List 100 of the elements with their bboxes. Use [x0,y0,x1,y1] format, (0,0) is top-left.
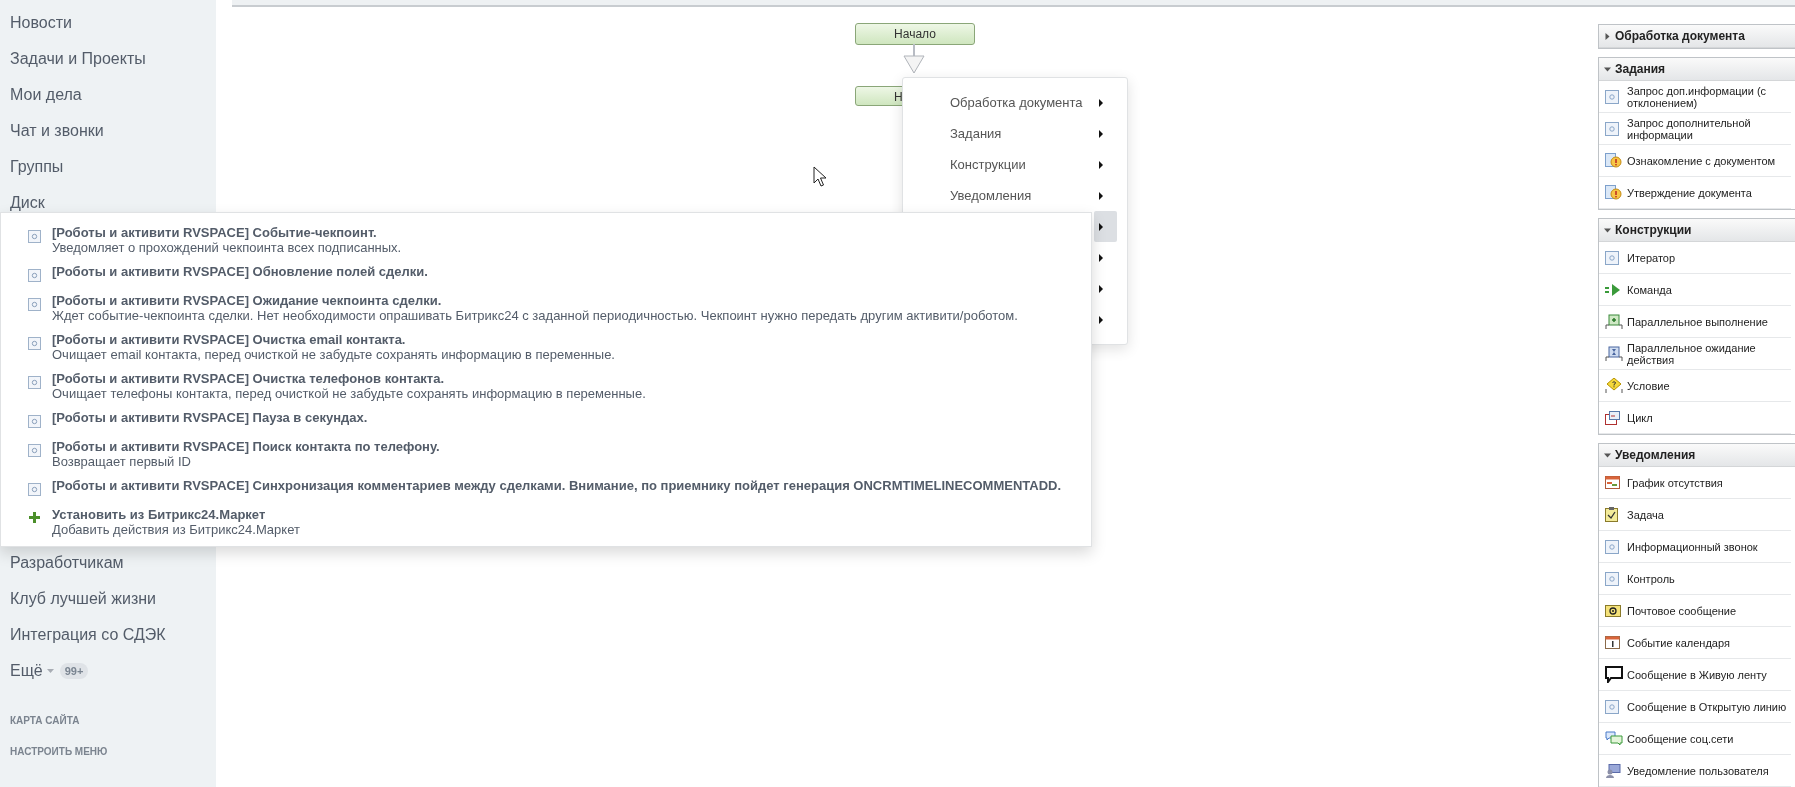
sidebar-item[interactable]: Клуб лучшей жизни [0,591,156,607]
flow-node[interactable]: Начало [855,23,975,45]
palette-item[interactable]: Условие [1599,370,1791,402]
activity-title[interactable]: Установить из Битрикс24.Маркет [52,507,266,522]
palette-label: Итератор [1627,251,1676,264]
activity-icon [28,230,41,243]
palette-item[interactable]: Итератор [1599,242,1791,274]
palette-item[interactable]: Почтовое сообщение [1599,595,1791,627]
activity-icon [1605,89,1619,104]
activity-icon [28,298,41,311]
palette-item[interactable]: Событие календаря [1599,627,1791,659]
palette-label: Почтовое сообщение [1627,604,1737,617]
palette-item[interactable]: Запрос доп.информации (с отклонением) [1599,81,1791,113]
palette-item[interactable]: Ознакомление с документом [1599,145,1791,177]
sidebar-item[interactable]: Интеграция со СДЭК [0,627,166,643]
group-title: Уведомления [1615,448,1696,462]
calendar-icon [1605,476,1620,489]
document-warning-icon [1605,153,1622,168]
sidebar-item[interactable]: Разработчикам [0,555,124,571]
activity-icon [28,483,41,496]
palette-label: График отсутствия [1627,476,1723,489]
activity-description: Очищает email контакта, перед очисткой не забудьте сохранять информацию в переменные. [52,347,615,362]
group-header[interactable]: Уведомления [1599,444,1795,467]
menu-item[interactable]: Задания [903,118,1117,149]
activity-title[interactable]: [Роботы и активити RVSPACE] Пауза в секундах. [52,410,368,425]
activity-description: Возвращает первый ID [52,454,191,469]
submenu-arrow-icon [1099,160,1103,169]
palette-label: Событие календаря [1627,636,1730,649]
activity-icon [28,415,41,428]
connector-arrow [903,44,925,74]
group-header[interactable]: Задания [1599,58,1795,81]
activity-icon [1605,699,1619,714]
palette-item[interactable]: Параллельное выполнение [1599,306,1791,338]
palette-item[interactable]: График отсутствия [1599,467,1791,499]
sidebar-item[interactable]: Мои дела [0,87,82,103]
palette-item[interactable]: Сообщение соц.сети [1599,723,1791,755]
activity-icon [28,376,41,389]
more-link[interactable]: Ещё [0,663,47,679]
user-message-icon [1605,763,1621,778]
activity-description: Добавить действия из Битрикс24.Маркет [52,522,300,537]
group-header[interactable]: Конструкции [1599,219,1795,242]
activity-title[interactable]: [Роботы и активити RVSPACE] Очистка email контакта. [52,332,406,347]
parallel-icon [1605,313,1623,330]
plus-icon [29,512,40,523]
document-warning-icon [1605,185,1622,200]
activity-icon [28,444,41,457]
loop-icon [1605,410,1620,425]
palette-item[interactable]: Информационный звонок [1599,531,1791,563]
activity-icon [1605,571,1619,586]
sidebar-item[interactable]: Чат и звонки [0,123,104,139]
command-icon [1605,283,1621,296]
submenu-arrow-icon [1099,191,1103,200]
palette-label: Параллельное ожидание действия [1627,341,1757,366]
palette-item[interactable]: Контроль [1599,563,1791,595]
speech-bubble-icon [1605,666,1623,683]
menu-item[interactable] [1094,211,1117,242]
menu-item[interactable]: Уведомления [903,180,1117,211]
activity-icon [28,337,41,350]
activity-title[interactable]: [Роботы и активити RVSPACE] Обновление полей сделки. [52,264,428,279]
sidebar-item[interactable]: Группы [0,159,64,175]
condition-icon [1605,377,1623,394]
submenu-arrow-icon [1099,129,1103,138]
activity-title[interactable]: [Роботы и активити RVSPACE] Поиск контакта по телефону. [52,439,440,454]
activity-description: Ждет событие-чекпоинта сделки. Нет необходимости опрашивать Битрикс24 с заданной периодичностью. Чекпоинт нужно передать другим активити/роботом. [52,308,1018,323]
sidebar-item[interactable]: Новости [0,15,72,31]
group-title: Конструкции [1615,223,1692,237]
palette-label: Ознакомление с документом [1627,154,1776,167]
sidebar-item[interactable]: Диск [0,195,45,211]
calendar-icon [1605,636,1620,649]
activity-icon [1605,250,1619,265]
palette-item[interactable]: Запрос дополнительной информации [1599,113,1791,145]
caret-icon [46,669,54,673]
palette-item[interactable]: Цикл [1599,402,1791,434]
clipboard-icon [1605,507,1618,522]
palette-label: Контроль [1627,572,1675,585]
group-header[interactable]: Обработка документа [1599,25,1795,48]
palette-label: Цикл [1627,411,1653,424]
mail-icon [1605,604,1621,617]
activity-title[interactable]: [Роботы и активити RVSPACE] Ожидание чекпоинта сделки. [52,293,442,308]
sidebar-item[interactable]: Задачи и Проекты [0,51,146,67]
activity-title[interactable]: [Роботы и активити RVSPACE] Очистка телефонов контакта. [52,371,445,386]
palette-label: Уведомление пользователя [1627,764,1769,777]
chat-bubbles-icon [1605,731,1623,746]
menu-item[interactable]: Обработка документа [903,87,1117,118]
palette-item[interactable]: Уведомление пользователя [1599,755,1791,787]
palette-label: Запрос дополнительной информации [1627,116,1752,141]
palette-label: Запрос доп.информации (с отклонением) [1627,84,1768,109]
palette-item[interactable]: Задача [1599,499,1791,531]
group-title: Задания [1615,62,1666,76]
palette-item[interactable]: Команда [1599,274,1791,306]
menu-item[interactable]: Конструкции [903,149,1117,180]
palette-item[interactable]: Сообщение в Открытую линию [1599,691,1791,723]
submenu-arrow-icon [1099,222,1103,231]
activity-title[interactable]: [Роботы и активити RVSPACE] Синхронизация комментариев между сделками. Внимание, по приемнику пойдет генерация ONCRMTIMELINECOMMENTADD. [52,478,1062,493]
activity-title[interactable]: [Роботы и активити RVSPACE] Событие-чекпоинт. [52,225,377,240]
submenu-arrow-icon [1099,315,1103,324]
palette-item[interactable]: Утверждение документа [1599,177,1791,209]
activity-description: Очищает телефоны контакта, перед очисткой не забудьте сохранять информацию в переменные. [52,386,646,401]
palette-item[interactable]: Параллельное ожидание действия [1599,338,1791,370]
palette-item[interactable]: Сообщение в Живую ленту [1599,659,1791,691]
